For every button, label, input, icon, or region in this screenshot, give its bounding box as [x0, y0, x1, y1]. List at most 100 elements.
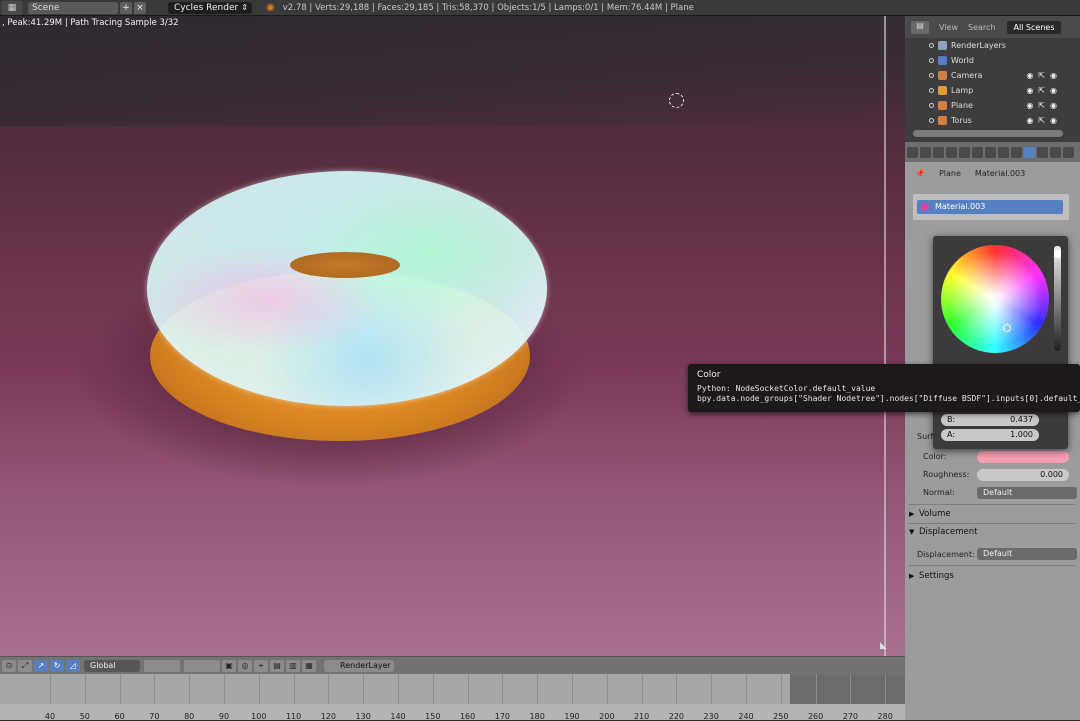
visibility-toggles-icon[interactable]: ◉⇱◉: [1026, 101, 1062, 110]
editor-menu-icon[interactable]: [907, 146, 918, 158]
delete-scene-button[interactable]: ×: [134, 1, 146, 14]
3d-cursor-icon[interactable]: [669, 93, 684, 108]
constraints-tab-icon[interactable]: [985, 146, 996, 158]
outliner-item-label: Lamp: [951, 86, 974, 95]
transform-orientation-dropdown[interactable]: Global: [84, 659, 140, 672]
layer-buttons-b[interactable]: [184, 659, 220, 672]
outliner-item[interactable]: Lamp ◉⇱◉: [905, 83, 1080, 98]
scale-manipulator-icon[interactable]: ◿: [66, 659, 80, 672]
editor-type-icon[interactable]: ▦: [2, 0, 22, 15]
rotate-manipulator-icon[interactable]: ↻: [50, 659, 64, 672]
proportional-edit-icon[interactable]: ◎: [238, 659, 252, 672]
displacement-field-label: Displacement:: [917, 550, 975, 559]
expand-toggle-icon[interactable]: [929, 118, 934, 123]
3d-viewport[interactable]: , Peak:41.29M | Path Tracing Sample 3/32…: [0, 16, 905, 656]
visibility-toggles-icon[interactable]: ◉⇱◉: [1026, 71, 1062, 80]
timeline-gridline: [815, 674, 817, 704]
timeline-ruler[interactable]: [0, 704, 905, 720]
collapse-icon: ▼: [909, 528, 915, 536]
render-engine-dropdown[interactable]: Cycles Render ⇕: [168, 1, 252, 14]
breadcrumb-material: Material.003: [974, 168, 1026, 178]
settings-label: Settings: [919, 571, 954, 581]
timeline-gridline: [885, 674, 887, 704]
roughness-label: Roughness:: [923, 470, 970, 479]
outliner-editor-icon[interactable]: ▤: [911, 20, 929, 34]
pivot-icon[interactable]: ⊙: [2, 659, 16, 672]
lock-layers-icon[interactable]: ▣: [222, 659, 236, 672]
object-tab-icon[interactable]: [972, 146, 983, 158]
translate-manipulator-icon[interactable]: ↗: [34, 659, 48, 672]
outliner-item-label: Torus: [951, 116, 972, 125]
timeline-gridline: [293, 674, 295, 704]
particles-tab-icon[interactable]: [1050, 146, 1061, 158]
timeline[interactable]: 40 50 60 70 80 90 100 110 120 130 140 150 160 170 180 1…: [0, 674, 905, 721]
opengl-anim-icon[interactable]: ▦: [302, 659, 316, 672]
settings-panel-header[interactable]: ▶ Settings: [909, 568, 954, 584]
timeline-gridline: [676, 674, 678, 704]
blue-channel-field[interactable]: B: 0.437: [941, 414, 1039, 426]
color-swatch-field[interactable]: [977, 451, 1069, 463]
expand-toggle-icon[interactable]: [929, 103, 934, 108]
modifiers-tab-icon[interactable]: [998, 146, 1009, 158]
roughness-field[interactable]: 0.000: [977, 469, 1069, 481]
timeline-gridline: [363, 674, 365, 704]
render-engine-label: Cycles Render: [174, 2, 239, 13]
value-slider[interactable]: [1054, 246, 1061, 351]
layers-tab-icon[interactable]: [933, 146, 944, 158]
visibility-toggles-icon[interactable]: ◉⇱◉: [1026, 116, 1062, 125]
snap-target-icon[interactable]: ▤: [270, 659, 284, 672]
layer-buttons-a[interactable]: [144, 659, 180, 672]
render-tab-icon[interactable]: [920, 146, 931, 158]
world-tab-icon[interactable]: [959, 146, 970, 158]
add-scene-button[interactable]: +: [120, 1, 132, 14]
manipulator-toggle-icon[interactable]: ⤢: [18, 659, 32, 672]
outliner-item[interactable]: Plane ◉⇱◉: [905, 98, 1080, 113]
texture-tab-icon[interactable]: [1037, 146, 1048, 158]
outliner-scrollbar[interactable]: [913, 130, 1063, 137]
visibility-toggles-icon[interactable]: ◉⇱◉: [1026, 86, 1062, 95]
scene-tab-icon[interactable]: [946, 146, 957, 158]
normal-field[interactable]: Default: [977, 487, 1077, 499]
expand-toggle-icon[interactable]: [929, 58, 934, 63]
opengl-render-icon[interactable]: ▥: [286, 659, 300, 672]
outliner-item[interactable]: Camera ◉⇱◉: [905, 68, 1080, 83]
tab-view[interactable]: View: [939, 23, 958, 32]
expand-toggle-icon[interactable]: [929, 88, 934, 93]
displacement-panel-header[interactable]: ▼ Displacement: [909, 524, 977, 540]
render-layer-field[interactable]: RenderLayer: [324, 659, 394, 672]
color-picker-popup[interactable]: B: 0.437 A: 1.000: [933, 236, 1068, 449]
outliner-item[interactable]: World: [905, 53, 1080, 68]
material-tab-icon[interactable]: [1024, 146, 1035, 158]
color-wheel-cursor[interactable]: [1003, 324, 1011, 332]
value-slider-knob[interactable]: [1054, 250, 1061, 258]
tab-search[interactable]: Search: [968, 23, 995, 32]
expand-toggle-icon[interactable]: [929, 43, 934, 48]
snap-icon[interactable]: ⌖: [254, 659, 268, 672]
alpha-channel-label: A:: [947, 430, 956, 439]
material-slot-selected[interactable]: Material.003: [917, 200, 1063, 214]
alpha-channel-field[interactable]: A: 1.000: [941, 429, 1039, 441]
timeline-scrub-area[interactable]: [0, 674, 790, 704]
outliner-item[interactable]: Torus ◉⇱◉: [905, 113, 1080, 128]
timeline-gridline: [258, 674, 260, 704]
divider: [909, 565, 1075, 566]
area-split-corner-icon[interactable]: ◣: [880, 641, 887, 651]
timeline-gridline: [50, 674, 51, 704]
outliner-item-icon: [938, 41, 947, 50]
donut-hole: [290, 252, 400, 278]
tab-all-scenes[interactable]: All Scenes: [1007, 20, 1061, 34]
scene-selector[interactable]: Scene: [28, 1, 118, 14]
outliner-item-label: World: [951, 56, 974, 65]
timeline-out-of-range: [790, 674, 905, 704]
color-wheel[interactable]: [941, 245, 1049, 353]
displacement-field[interactable]: Default: [977, 548, 1077, 560]
expand-toggle-icon[interactable]: [929, 73, 934, 78]
data-tab-icon[interactable]: [1011, 146, 1022, 158]
outliner-item-icon: [938, 116, 947, 125]
outliner-item-label: Plane: [951, 101, 973, 110]
pin-icon[interactable]: 📌: [915, 169, 925, 178]
outliner-item[interactable]: RenderLayers: [905, 38, 1080, 53]
volume-panel-header[interactable]: ▶ Volume: [909, 506, 951, 522]
physics-tab-icon[interactable]: [1063, 146, 1074, 158]
outliner-header: ▤ View Search All Scenes: [905, 16, 1080, 38]
